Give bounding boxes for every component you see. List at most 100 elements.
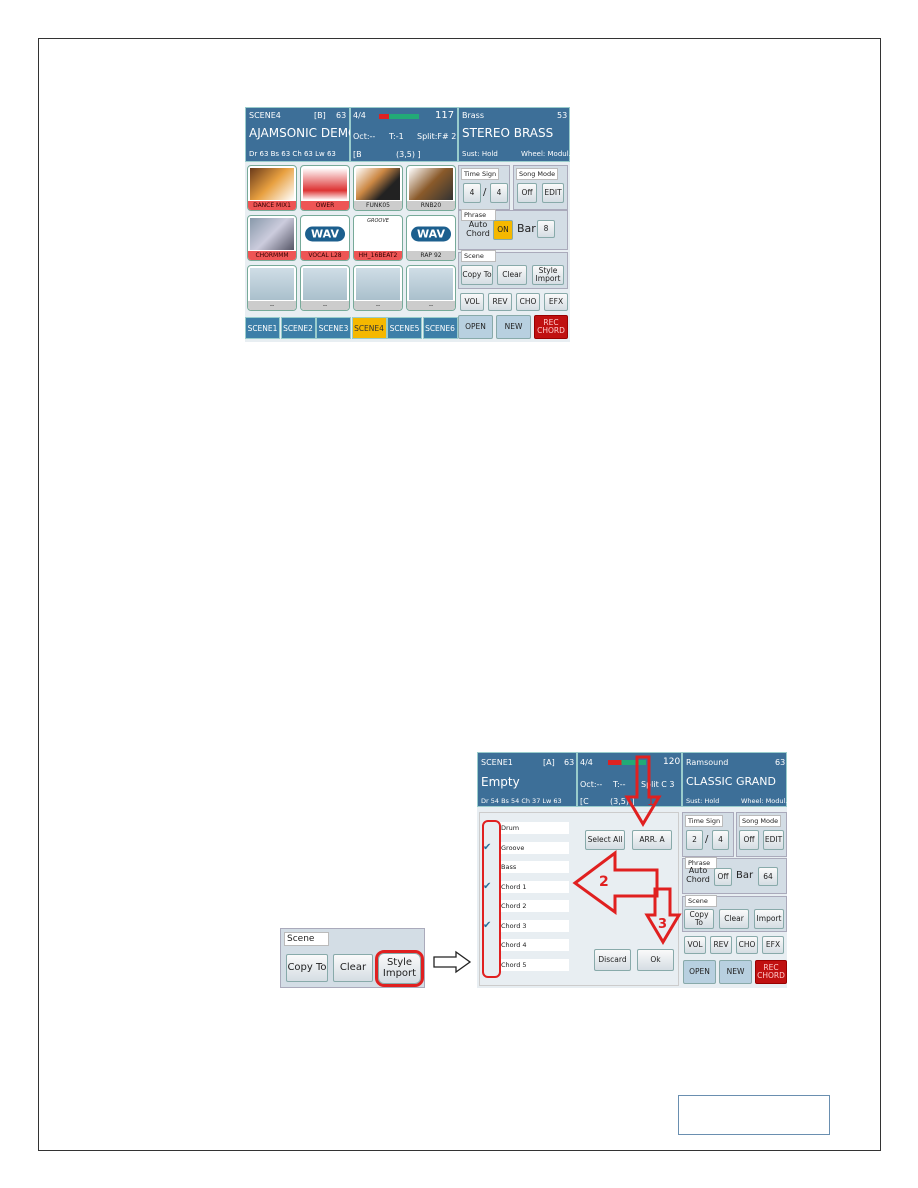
style-thumbnail: [303, 168, 347, 200]
style-thumbnail: [250, 168, 294, 200]
scene-panel-zoom: Scene Copy To Clear Style Import: [280, 928, 425, 988]
new-button[interactable]: NEW: [496, 315, 531, 339]
parts: Dr 63 Bs 63 Ch 63 Lw 63: [249, 150, 336, 158]
ts-den-button[interactable]: 4: [490, 183, 508, 203]
style-thumbnail: [409, 268, 453, 300]
transpose: T:-1: [389, 132, 404, 141]
level-meter: [379, 114, 419, 119]
tile-label: DANCE MIX1: [248, 201, 296, 210]
song-mode-label: Song Mode: [516, 168, 559, 180]
style-tile[interactable]: --: [353, 265, 403, 311]
wav-badge: WAV: [411, 226, 451, 242]
style-tile[interactable]: GROOVE HH_16BEAT2: [353, 215, 403, 261]
tile-label: --: [354, 301, 402, 310]
tile-label: RNB20: [407, 201, 455, 210]
style-header: SCENE4 [B] 63 AJAMSONIC DEMO Dr 63 Bs 63…: [245, 107, 358, 162]
style-import-button[interactable]: Style Import: [375, 950, 424, 987]
tile-label: --: [301, 301, 349, 310]
style-tile[interactable]: --: [247, 265, 297, 311]
scene-label: Scene: [461, 250, 496, 262]
edit-button[interactable]: EDIT: [542, 183, 564, 203]
split: Split:F# 2: [417, 132, 457, 141]
style-tile[interactable]: WAV RAP 92: [406, 215, 456, 261]
scene-button-scene4[interactable]: SCENE4: [351, 317, 387, 339]
style-tile[interactable]: --: [406, 265, 456, 311]
voice-bank: Brass: [462, 111, 485, 120]
style-import-button[interactable]: Style Import: [532, 265, 564, 285]
vol-button[interactable]: VOL: [460, 293, 484, 311]
cho-button[interactable]: CHO: [516, 293, 540, 311]
callout-arrow-left-2: [572, 850, 659, 915]
auto-chord-label: Auto Chord: [466, 220, 490, 238]
tile-label: CHORMMM: [248, 251, 296, 260]
style-thumbnail: [409, 168, 453, 200]
scene-button-scene3[interactable]: SCENE3: [316, 317, 351, 339]
groove-label: GROOVE: [367, 218, 389, 224]
open-button[interactable]: OPEN: [458, 315, 493, 339]
auto-chord-toggle[interactable]: ON: [493, 220, 513, 240]
scene-button-scene5[interactable]: SCENE5: [387, 317, 422, 339]
scene-button-scene2[interactable]: SCENE2: [280, 317, 316, 339]
oct: Oct:--: [353, 132, 376, 141]
voice-name: STEREO BRASS: [462, 126, 554, 140]
top-screenshot: SCENE4 [B] 63 AJAMSONIC DEMO Dr 63 Bs 63…: [245, 107, 571, 342]
voice-header: Brass 53 STEREO BRASS Sust: Hold Wheel: …: [458, 107, 571, 162]
style-tile[interactable]: RNB20: [406, 165, 456, 211]
style-tile[interactable]: --: [300, 265, 350, 311]
clear-button[interactable]: Clear: [333, 954, 373, 982]
tile-label: --: [248, 301, 296, 310]
style-tile[interactable]: DANCE MIX1: [247, 165, 297, 211]
tempo-header: 4/4 117 Oct:-- T:-1 Split:F# 2 [B (3,5) …: [350, 107, 458, 162]
bar-label: Bar: [517, 222, 536, 235]
time-sign-label: Time Sign: [461, 168, 500, 180]
scene-label: Scene: [284, 932, 329, 946]
style-tile[interactable]: OWER ROCK_124: [300, 165, 350, 211]
tile-label: HH_16BEAT2: [354, 251, 402, 260]
style-thumbnail: [356, 268, 400, 300]
style-title: AJAMSONIC DEMO: [249, 126, 358, 140]
tile-label: OWER ROCK_124: [301, 201, 349, 210]
sust: Sust: Hold: [462, 150, 498, 158]
tile-label: FUNK05: [354, 201, 402, 210]
ts-num-button[interactable]: 4: [463, 183, 481, 203]
scene-button-scene6[interactable]: SCENE6: [422, 317, 458, 339]
callout-2: 2: [599, 874, 609, 890]
timesig: 4/4: [353, 111, 366, 120]
num: 63: [336, 111, 347, 120]
song-off-button[interactable]: Off: [517, 183, 537, 203]
style-thumbnail: [303, 268, 347, 300]
style-tile[interactable]: WAV VOCAL L28: [300, 215, 350, 261]
style-thumbnail: [356, 168, 400, 200]
bar-button[interactable]: 8: [537, 220, 555, 238]
style-tile[interactable]: CHORMMM: [247, 215, 297, 261]
style-tile[interactable]: FUNK05: [353, 165, 403, 211]
chord-info: (3,5) ]: [396, 150, 421, 159]
voice-num: 53: [557, 111, 568, 120]
style-thumbnail: [250, 218, 294, 250]
chord: [B: [353, 150, 362, 159]
callout-arrow-down-1: [624, 755, 662, 827]
empty-box: [678, 1095, 830, 1135]
wheel: Wheel: Modul.: [521, 150, 571, 158]
copy-to-button[interactable]: Copy To: [286, 954, 328, 982]
slash: /: [483, 187, 487, 198]
tile-label: VOCAL L28: [301, 251, 349, 260]
bottom-screenshot: SCENE1 [A] 63 Empty Dr 54 Bs 54 Ch 37 Lw…: [477, 752, 787, 988]
scene-name: SCENE4: [249, 111, 281, 120]
style-thumbnail: [250, 268, 294, 300]
callout-3: 3: [658, 917, 668, 932]
rev-button[interactable]: REV: [488, 293, 512, 311]
scene-button-scene1[interactable]: SCENE1: [245, 317, 280, 339]
right-arrow-icon: [433, 950, 472, 974]
callout-1: 1: [647, 794, 655, 808]
callout-arrows: [572, 755, 682, 945]
wav-badge: WAV: [305, 226, 345, 242]
rec-chord-button[interactable]: REC CHORD: [534, 315, 568, 339]
tile-label: --: [407, 301, 455, 310]
efx-button[interactable]: EFX: [544, 293, 568, 311]
bank: [B]: [314, 111, 326, 120]
tempo: 117: [435, 110, 455, 121]
clear-button[interactable]: Clear: [497, 265, 527, 285]
tile-label: RAP 92: [407, 251, 455, 260]
copy-to-button[interactable]: Copy To: [461, 265, 493, 285]
